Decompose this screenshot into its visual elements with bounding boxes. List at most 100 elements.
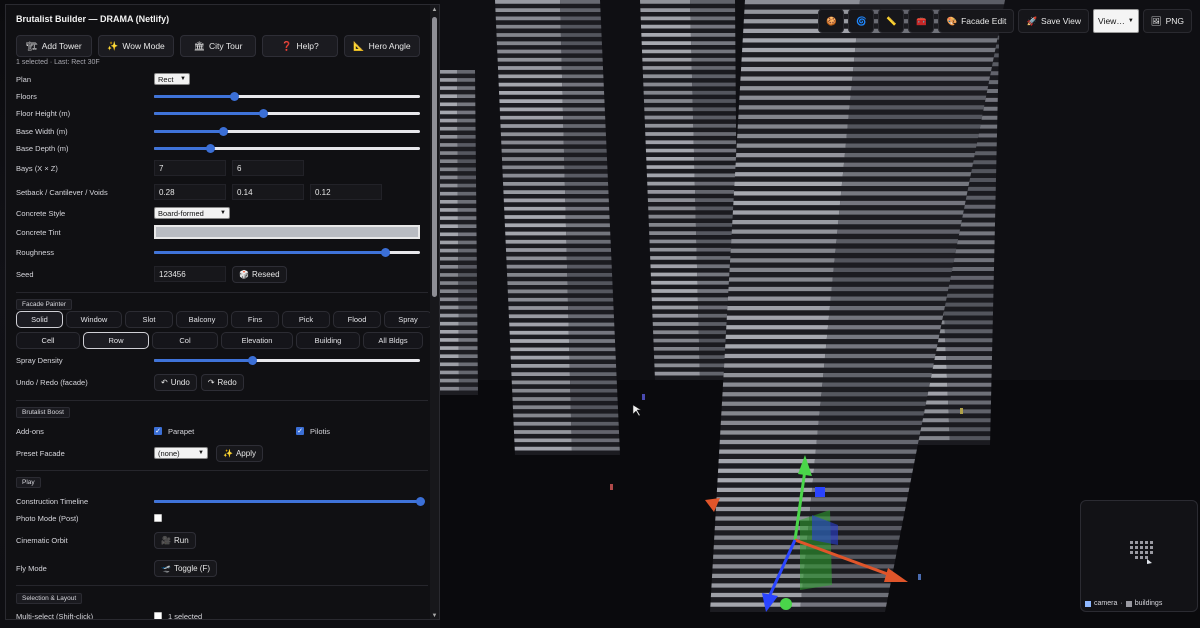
roughness-slider[interactable] <box>154 248 420 257</box>
pedestrian-marker <box>610 484 613 490</box>
view-select[interactable]: View… ▼ <box>1093 9 1139 33</box>
bays-z-input[interactable]: 6 <box>232 160 304 176</box>
tower-mid[interactable] <box>640 0 738 380</box>
floor-height-slider[interactable] <box>154 109 420 118</box>
png-label: PNG <box>1165 16 1184 26</box>
brush-balcony-button[interactable]: Balcony <box>176 311 228 328</box>
photo-mode-checkbox[interactable] <box>154 514 162 522</box>
scope-elevation-button[interactable]: Elevation <box>221 332 293 349</box>
ruler-button[interactable]: 📏 <box>878 9 905 33</box>
undo-label: Undo <box>170 377 190 387</box>
brush-slot-button[interactable]: Slot <box>125 311 173 328</box>
scope-all-bldgs-button[interactable]: All Bldgs <box>363 332 423 349</box>
scope-row-button[interactable]: Row <box>83 332 149 349</box>
fly-mode-label: Fly Mode <box>16 563 47 573</box>
slider-thumb[interactable] <box>381 248 391 257</box>
reseed-button[interactable]: 🎲 Reseed <box>232 265 287 283</box>
plan-select[interactable]: Rect ▼ <box>154 73 190 85</box>
cookie-button[interactable]: 🍪 <box>818 9 845 33</box>
scroll-down-icon[interactable]: ▼ <box>430 613 439 619</box>
city-tour-button[interactable]: 🏛 City Tour <box>180 35 256 57</box>
chevron-down-icon: ▼ <box>198 450 204 456</box>
apply-label: Apply <box>235 448 256 458</box>
pilotis-label: Pilotis <box>310 426 331 436</box>
redo-button[interactable]: ↷ Redo <box>200 373 244 391</box>
concrete-tint-row: Concrete Tint <box>16 224 426 240</box>
spiral-button[interactable]: 🌀 <box>848 9 875 33</box>
gizmo-y-handle[interactable] <box>780 598 792 610</box>
brush-pick-button[interactable]: Pick <box>282 311 330 328</box>
roughness-label: Roughness <box>16 247 54 257</box>
scroll-up-icon[interactable]: ▲ <box>430 7 439 13</box>
slider-thumb[interactable] <box>416 497 425 506</box>
brush-spray-button[interactable]: Spray <box>384 311 432 328</box>
fly-mode-row: Fly Mode 🛫 Toggle (F) <box>16 559 426 577</box>
minimap-camera-marker <box>1147 559 1152 564</box>
setback-input[interactable]: 0.28 <box>154 184 226 200</box>
plan-row: Plan Rect ▼ <box>16 71 426 87</box>
apply-button[interactable]: ✨ Apply <box>216 444 263 462</box>
multi-select-checkbox[interactable] <box>154 612 162 619</box>
scope-cell-button[interactable]: Cell <box>16 332 80 349</box>
preset-facade-value: (none) <box>158 448 180 458</box>
scope-building-button[interactable]: Building <box>296 332 360 349</box>
png-export-button[interactable]: 🖼 PNG <box>1142 9 1192 33</box>
add-tower-button[interactable]: 🏗 Add Tower <box>16 35 92 57</box>
slider-thumb[interactable] <box>259 109 269 118</box>
preset-facade-select[interactable]: (none) ▼ <box>154 447 208 459</box>
tower-left[interactable] <box>495 0 620 455</box>
wow-mode-button[interactable]: ✨ Wow Mode <box>98 35 174 57</box>
slider-thumb[interactable] <box>205 144 215 153</box>
brush-window-button[interactable]: Window <box>66 311 122 328</box>
brush-flood-button[interactable]: Flood <box>333 311 381 328</box>
concrete-tint-swatch[interactable] <box>154 225 420 239</box>
brush-solid-button[interactable]: Solid <box>16 311 63 328</box>
facade-edit-button[interactable]: 🎨 Facade Edit <box>938 9 1015 33</box>
facade-brush-buttons: Solid Window Slot Balcony Fins Pick Flood Spray <box>16 311 435 328</box>
slider-thumb[interactable] <box>229 92 239 101</box>
minimap[interactable]: camera · buildings <box>1080 500 1198 612</box>
bays-x-input[interactable]: 7 <box>154 160 226 176</box>
hero-angle-button[interactable]: 📐 Hero Angle <box>344 35 420 57</box>
slider-thumb[interactable] <box>248 356 258 365</box>
undo-button[interactable]: ↶ Undo <box>154 373 197 391</box>
construction-timeline-slider[interactable] <box>154 497 425 506</box>
toggle-label: Toggle (F) <box>173 563 210 573</box>
app-root: Brutalist Builder — DRAMA (Netlify) 🏗 Add… <box>0 0 1200 628</box>
scope-col-button[interactable]: Col <box>152 332 218 349</box>
voids-input[interactable]: 0.12 <box>310 184 382 200</box>
help-button[interactable]: ❓ Help? <box>262 35 338 57</box>
tower-far-left[interactable] <box>440 70 478 395</box>
minimap-legend: camera · buildings <box>1085 600 1162 607</box>
save-view-button[interactable]: 🚀 Save View <box>1018 9 1090 33</box>
slider-thumb[interactable] <box>219 127 229 136</box>
base-depth-slider[interactable] <box>154 144 420 153</box>
brush-fins-button[interactable]: Fins <box>231 311 279 328</box>
fly-toggle-button[interactable]: 🛫 Toggle (F) <box>154 559 217 577</box>
cantilever-input[interactable]: 0.14 <box>232 184 304 200</box>
camera-swatch <box>1085 600 1091 607</box>
multi-select-label: Multi-select (Shift-click) <box>16 611 94 620</box>
scrollbar-thumb[interactable] <box>432 17 437 297</box>
floors-slider[interactable] <box>154 92 420 101</box>
seed-row: Seed 123456 🎲 Reseed <box>16 265 426 283</box>
seed-input[interactable]: 123456 <box>154 266 226 282</box>
ruler-icon: 📏 <box>886 15 897 26</box>
roughness-row: Roughness <box>16 244 426 260</box>
toolbox-button[interactable]: 🧰 <box>908 9 935 33</box>
concrete-style-select[interactable]: Board-formed ▼ <box>154 207 230 219</box>
reseed-label: Reseed <box>251 269 280 279</box>
run-orbit-button[interactable]: 🎥 Run <box>154 531 196 549</box>
undo-redo-row: Undo / Redo (facade) ↶ Undo ↷ Redo <box>16 373 426 391</box>
spray-density-slider[interactable] <box>154 356 420 365</box>
multi-select-count: 1 selected <box>168 611 203 620</box>
base-width-slider[interactable] <box>154 127 420 136</box>
redo-icon: ↷ <box>207 377 215 387</box>
gizmo-z-handle[interactable] <box>815 487 825 497</box>
chevron-down-icon: ▼ <box>180 76 186 82</box>
pilotis-checkbox[interactable]: ✓ <box>296 427 304 435</box>
panel-scrollbar[interactable]: ▲ ▼ <box>430 5 439 619</box>
parapet-checkbox[interactable]: ✓ <box>154 427 162 435</box>
floors-label: Floors <box>16 91 37 101</box>
undo-redo-label: Undo / Redo (facade) <box>16 377 88 387</box>
